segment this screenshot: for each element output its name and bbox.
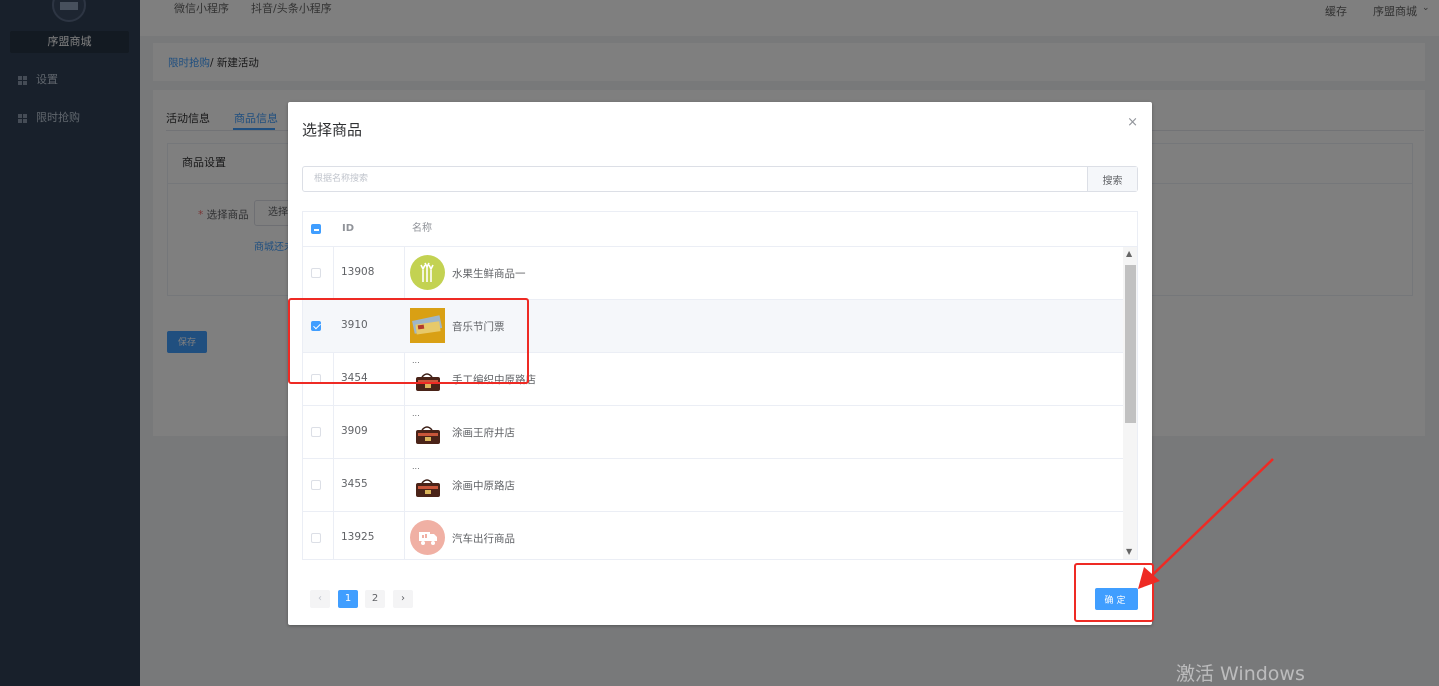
wheat-icon — [410, 255, 445, 290]
bag-image — [410, 418, 445, 453]
row-id: 13925 — [341, 531, 375, 543]
row-id: 13908 — [341, 266, 375, 278]
truck-icon — [410, 520, 445, 555]
close-icon[interactable]: × — [1127, 115, 1138, 130]
row-name: 涂画王府井店 — [452, 427, 515, 439]
product-table: ID 名称 13908 水果生鲜商品一 3910 音乐节门票 ... 3454 — [302, 211, 1138, 560]
search-input[interactable] — [303, 167, 1087, 191]
scrollbar-thumb[interactable] — [1125, 265, 1136, 423]
row-name: 汽车出行商品 — [452, 533, 515, 545]
search-button[interactable]: 搜索 — [1087, 167, 1137, 191]
scroll-up-icon[interactable]: ▲ — [1126, 249, 1132, 258]
bag-image — [410, 471, 445, 506]
table-row[interactable]: ... 3909 涂画王府井店 — [303, 406, 1123, 459]
table-row[interactable]: 13925 汽车出行商品 — [303, 512, 1123, 559]
row-checkbox[interactable] — [311, 268, 321, 278]
table-header: ID 名称 — [303, 212, 1137, 247]
row-checkbox[interactable] — [311, 533, 321, 543]
ellipsis-text: ... — [412, 409, 420, 418]
select-all-checkbox[interactable] — [311, 224, 321, 234]
row-checkbox[interactable] — [311, 480, 321, 490]
row-name: 涂画中原路店 — [452, 480, 515, 492]
table-row[interactable]: ... 3455 涂画中原路店 — [303, 459, 1123, 512]
column-header-name: 名称 — [412, 223, 432, 234]
row-id: 3909 — [341, 425, 368, 437]
column-header-id: ID — [342, 223, 355, 234]
row-id: 3455 — [341, 478, 368, 490]
row-name: 水果生鲜商品一 — [452, 268, 526, 280]
annotation-arrow-icon — [1138, 458, 1274, 589]
next-page-button[interactable]: › — [393, 590, 413, 608]
highlight-selected-row — [288, 298, 529, 384]
row-checkbox[interactable] — [311, 427, 321, 437]
table-row[interactable]: 13908 水果生鲜商品一 — [303, 247, 1123, 300]
page-1-button[interactable]: 1 — [338, 590, 358, 608]
windows-activation-watermark: 激活 Windows — [1176, 663, 1305, 685]
dialog-title: 选择商品 — [302, 121, 363, 139]
search-bar: 搜索 — [302, 166, 1138, 192]
page-2-button[interactable]: 2 — [365, 590, 385, 608]
ellipsis-text: ... — [412, 462, 420, 471]
prev-page-button[interactable]: ‹ — [310, 590, 330, 608]
